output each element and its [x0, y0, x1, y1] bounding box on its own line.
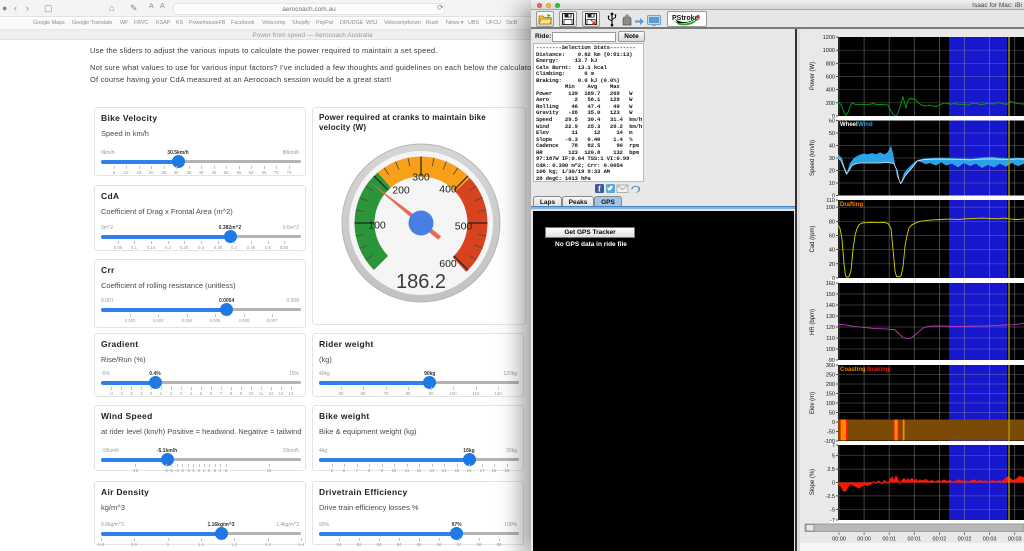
svg-text:Slope (%): Slope (%): [810, 469, 816, 495]
svg-text:-7: -7: [830, 518, 835, 524]
svg-text:60: 60: [829, 119, 835, 125]
svg-text:7: 7: [832, 443, 835, 449]
svg-text:00:02: 00:02: [958, 537, 972, 543]
svg-text:-2.5: -2.5: [826, 494, 835, 500]
svg-text:300: 300: [826, 363, 835, 369]
svg-text:5: 5: [832, 454, 835, 460]
svg-text:200: 200: [826, 101, 835, 107]
svg-text:100: 100: [826, 347, 835, 353]
svg-text:Wind: Wind: [858, 122, 873, 128]
svg-text:Power (W): Power (W): [810, 62, 816, 90]
svg-text:50: 50: [829, 131, 835, 137]
svg-text:30: 30: [829, 156, 835, 162]
svg-text:00:03: 00:03: [1008, 537, 1022, 543]
svg-text:Cad (rpm): Cad (rpm): [810, 225, 816, 252]
svg-text:Elev (m): Elev (m): [810, 392, 816, 414]
svg-text:250: 250: [826, 373, 835, 379]
svg-text:-50: -50: [827, 430, 835, 436]
svg-text:20: 20: [829, 262, 835, 268]
svg-text:800: 800: [826, 61, 835, 67]
svg-text:00:01: 00:01: [907, 537, 921, 543]
svg-text:200: 200: [392, 185, 410, 197]
svg-text:186.2: 186.2: [396, 271, 446, 293]
svg-text:Speed (km/h): Speed (km/h): [810, 140, 816, 176]
svg-text:1200: 1200: [823, 35, 835, 41]
svg-text:100: 100: [826, 205, 835, 211]
svg-text:PStroke: PStroke: [672, 15, 699, 22]
svg-text:1000: 1000: [823, 48, 835, 54]
svg-text:2.5: 2.5: [827, 467, 835, 473]
svg-text:130: 130: [826, 314, 835, 320]
svg-text:400: 400: [826, 88, 835, 94]
svg-text:Braking: Braking: [867, 367, 890, 373]
svg-text:600: 600: [826, 75, 835, 81]
svg-text:40: 40: [829, 144, 835, 150]
svg-text:00:01: 00:01: [882, 537, 896, 543]
svg-text:200: 200: [826, 382, 835, 388]
svg-text:20: 20: [829, 169, 835, 175]
svg-text:HR (bpm): HR (bpm): [810, 309, 816, 335]
svg-text:40: 40: [829, 248, 835, 254]
svg-text:110: 110: [826, 198, 835, 204]
svg-text:Coasting: Coasting: [840, 367, 866, 373]
svg-text:Wheel: Wheel: [840, 122, 858, 128]
svg-text:0: 0: [832, 420, 835, 426]
svg-text:0: 0: [832, 481, 835, 487]
svg-text:100: 100: [826, 401, 835, 407]
svg-text:500: 500: [455, 221, 473, 233]
svg-text:00:03: 00:03: [983, 537, 997, 543]
svg-text:150: 150: [826, 392, 835, 398]
svg-text:300: 300: [412, 172, 430, 184]
svg-text:Drafting: Drafting: [840, 202, 863, 208]
svg-text:160: 160: [826, 281, 835, 287]
svg-text:f: f: [598, 185, 601, 194]
svg-text:120: 120: [826, 325, 835, 331]
svg-text:60: 60: [829, 234, 835, 240]
svg-text:600: 600: [439, 258, 457, 270]
svg-text:00:00: 00:00: [857, 537, 871, 543]
svg-text:00:02: 00:02: [933, 537, 947, 543]
svg-text:100: 100: [368, 220, 386, 232]
svg-text:10: 10: [829, 181, 835, 187]
svg-text:110: 110: [826, 336, 835, 342]
svg-text:400: 400: [439, 184, 457, 196]
svg-text:00:00: 00:00: [832, 537, 846, 543]
svg-text:150: 150: [826, 292, 835, 298]
svg-text:-5: -5: [830, 507, 835, 513]
svg-text:80: 80: [829, 219, 835, 225]
svg-text:140: 140: [826, 303, 835, 309]
svg-text:50: 50: [829, 411, 835, 417]
